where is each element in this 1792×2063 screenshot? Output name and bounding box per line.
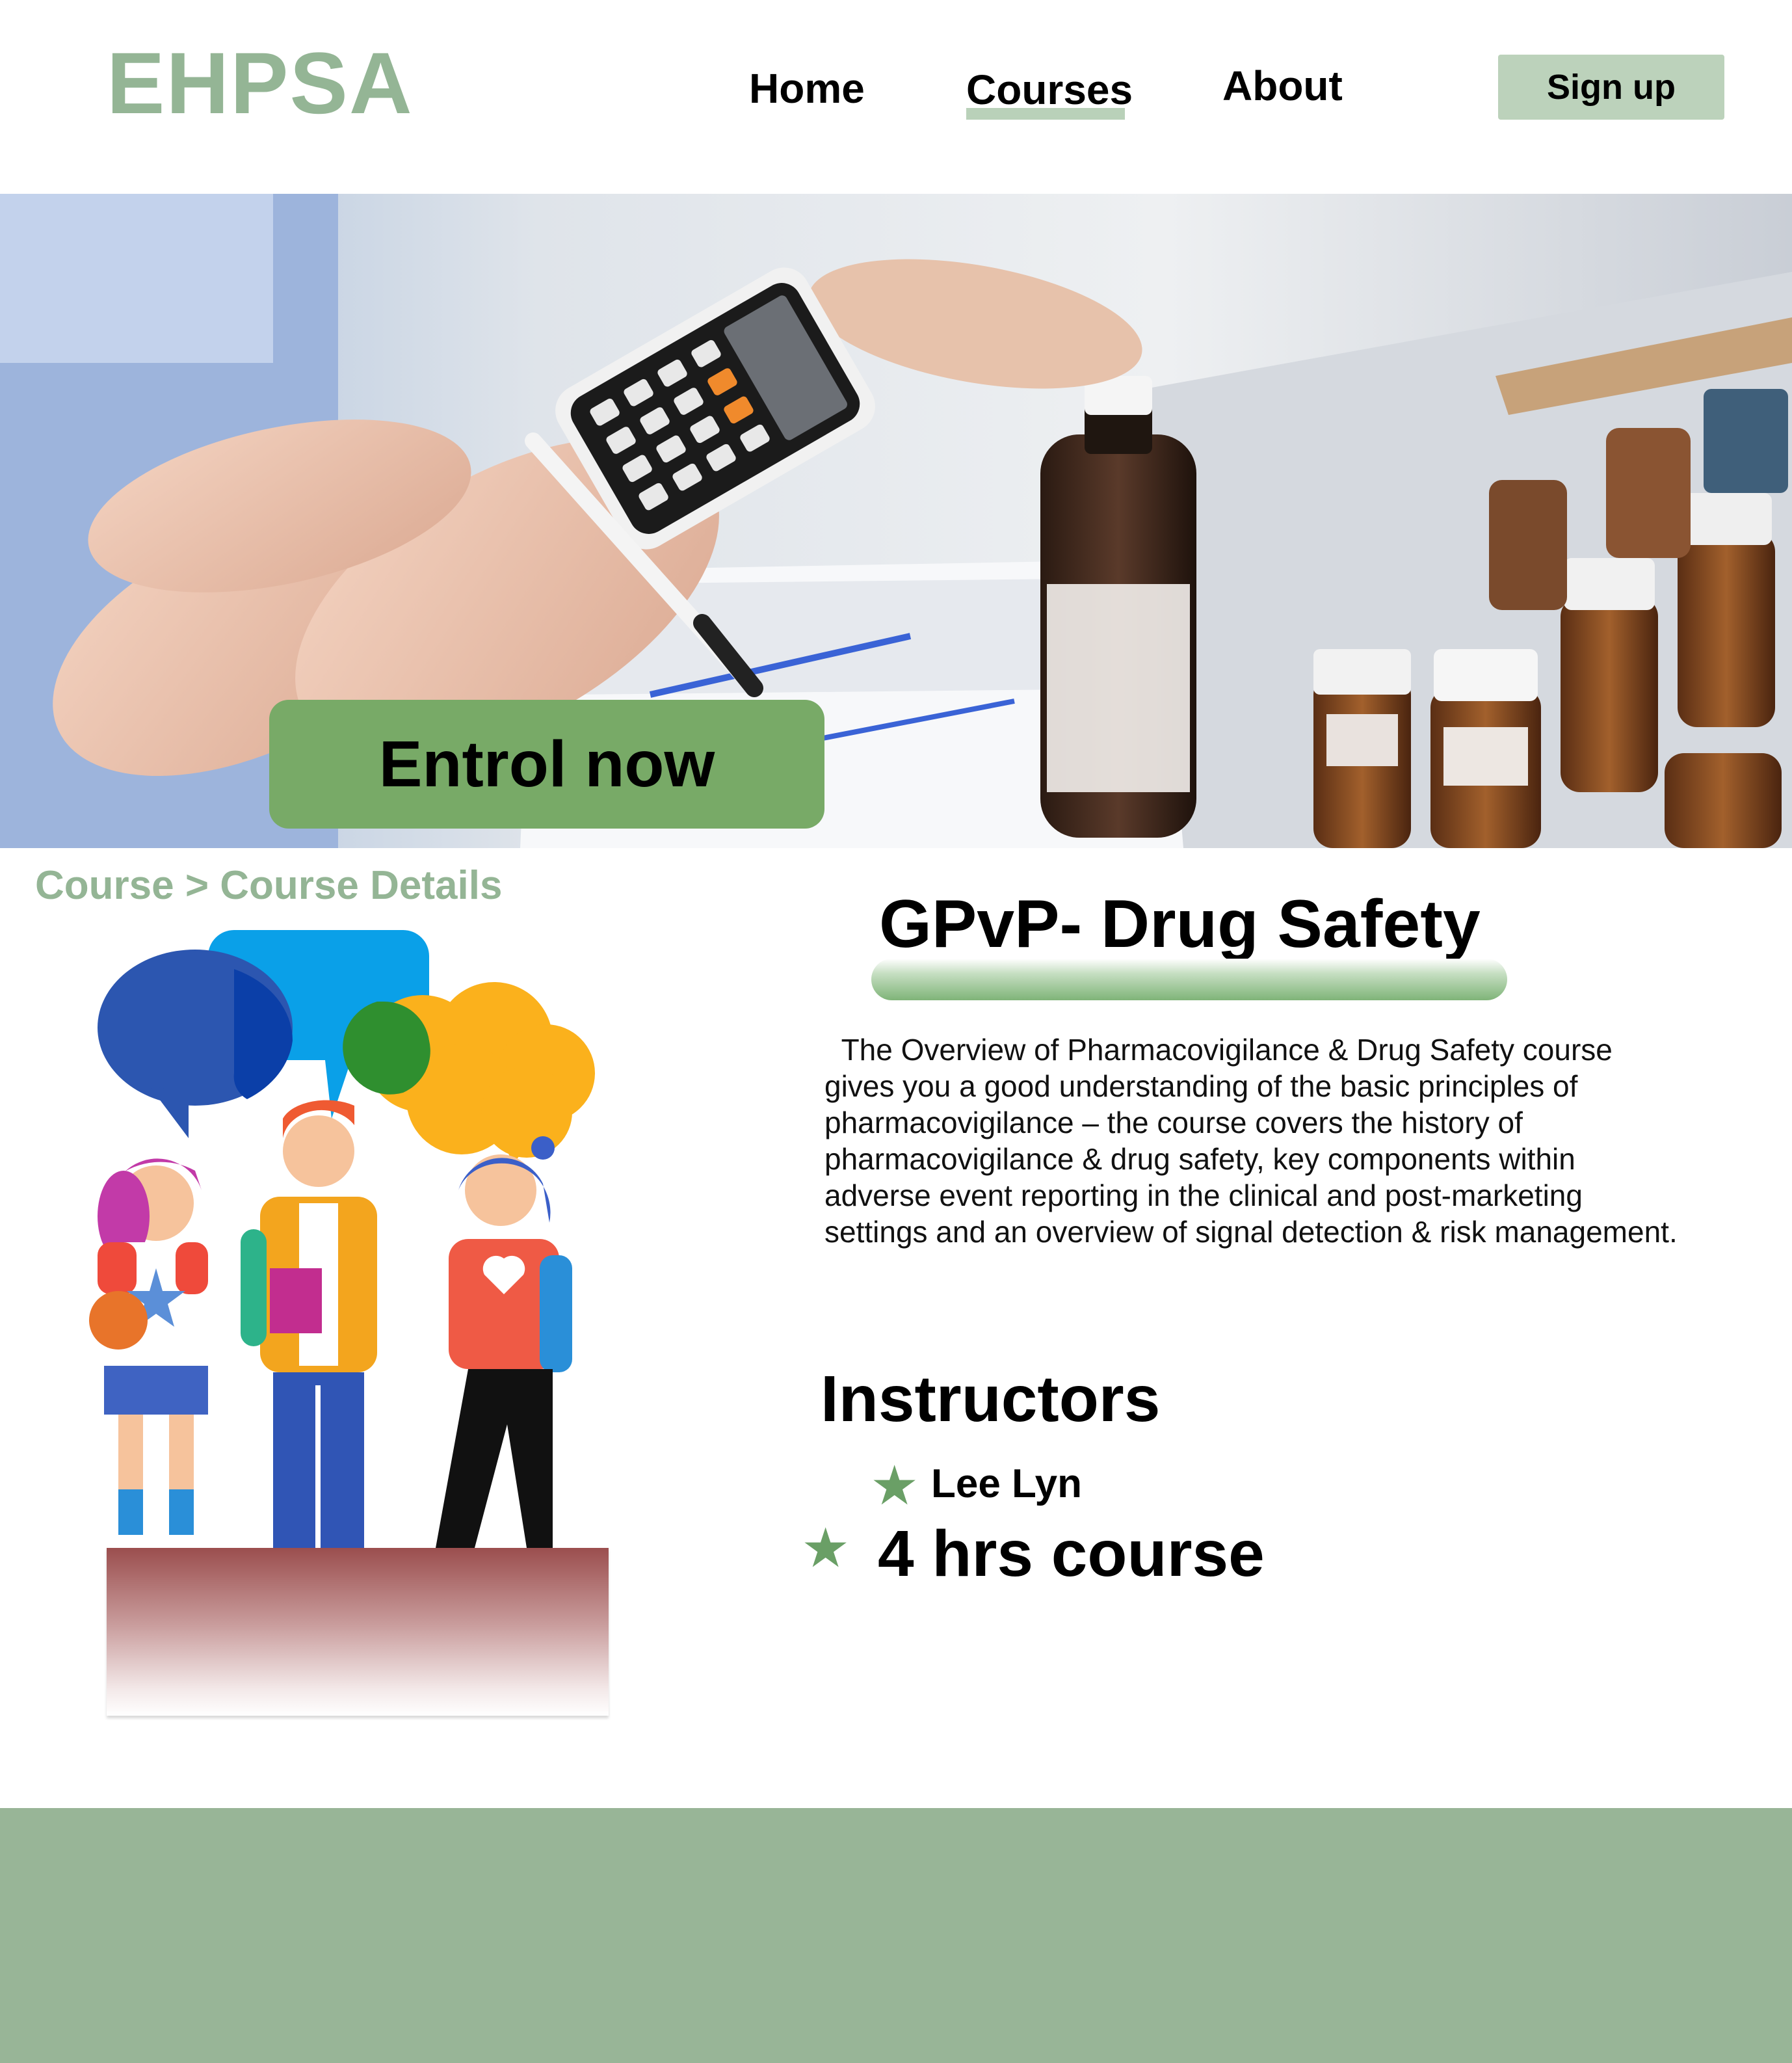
course-duration: 4 hrs course (878, 1517, 1265, 1590)
instructors-heading: Instructors (821, 1363, 1161, 1435)
footer (0, 1808, 1792, 2063)
illustration-pedestal (107, 1548, 609, 1716)
star-icon: ★ (801, 1517, 850, 1578)
title-underline (871, 959, 1507, 1000)
nav-home[interactable]: Home (749, 68, 865, 109)
star-icon: ★ (870, 1455, 919, 1516)
course-title: GPvP- Drug Safety (879, 886, 1481, 962)
instructor-name: Lee Lyn (931, 1461, 1082, 1506)
course-description: The Overview of Pharmacovigilance & Drug… (824, 1033, 1678, 1249)
nav-about[interactable]: About (1222, 65, 1343, 107)
nav-active-indicator (966, 108, 1125, 120)
site-logo[interactable]: EHPSA (107, 40, 414, 127)
nav-courses[interactable]: Courses (966, 69, 1133, 111)
signup-button[interactable]: Sign up (1498, 55, 1724, 120)
breadcrumb[interactable]: Course > Course Details (35, 862, 502, 909)
students-illustration (59, 930, 644, 1548)
enroll-now-button[interactable]: Entrol now (269, 700, 824, 829)
